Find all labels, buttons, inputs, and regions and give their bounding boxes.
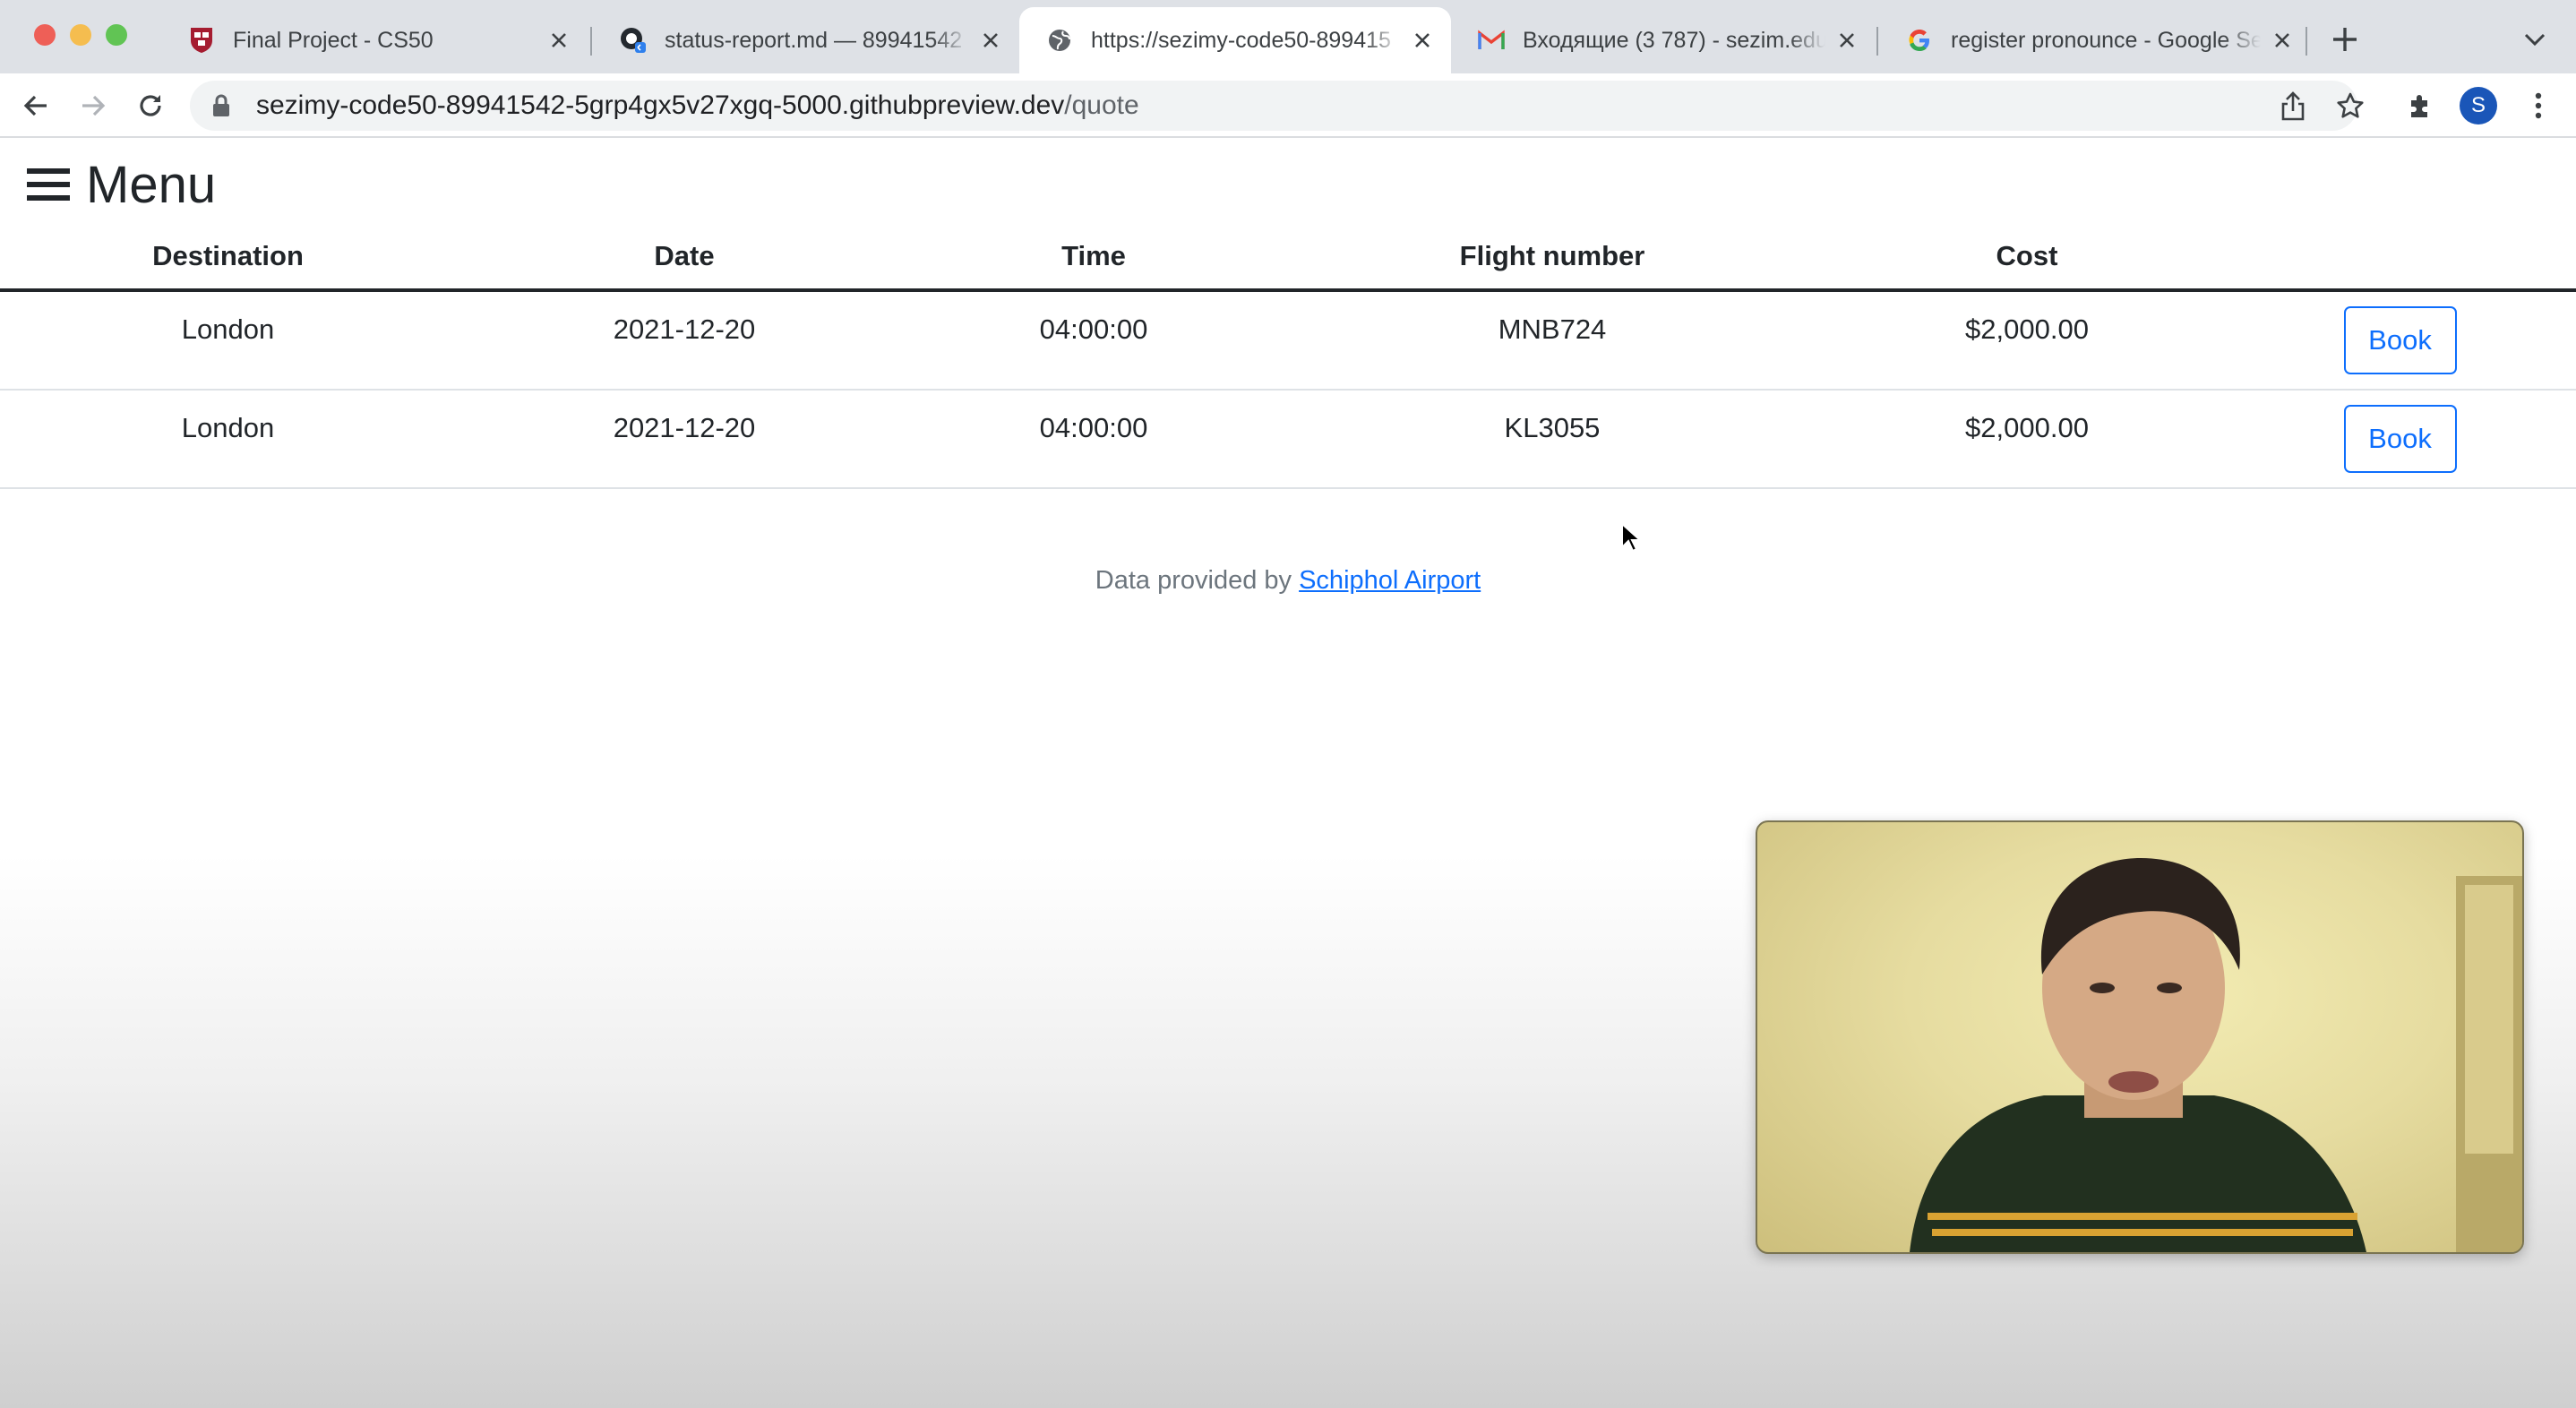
tab-gmail-inbox[interactable]: Входящие (3 787) - sezim.edu <box>1451 7 1876 73</box>
star-icon <box>2337 92 2364 118</box>
page-content: Menu Destination Date Time Flight number… <box>0 138 2576 1408</box>
new-tab-button[interactable] <box>2329 23 2361 56</box>
table-row: London 2021-12-20 04:00:00 KL3055 $2,000… <box>0 390 2576 489</box>
tab-strip: Final Project - CS50 status-report.md — … <box>0 0 2576 73</box>
webcam-overlay <box>1756 820 2524 1254</box>
date-text: 2021-12-20 <box>613 313 756 345</box>
google-icon <box>1906 27 1933 54</box>
close-icon[interactable] <box>2270 28 2295 53</box>
tab-status-report[interactable]: status-report.md — 89941542 <box>593 7 1019 73</box>
cell-time: 04:00:00 <box>913 290 1275 391</box>
tab-label: status-report.md — 89941542 <box>665 27 963 53</box>
close-icon[interactable] <box>1834 28 1859 53</box>
tab-divider <box>590 27 592 56</box>
share-button[interactable] <box>2275 88 2311 124</box>
back-button[interactable] <box>18 88 54 124</box>
webcam-person-image <box>1910 858 2522 1252</box>
tab-divider <box>2306 27 2307 56</box>
cell-flight-number: MNB724 <box>1275 290 1830 391</box>
gmail-icon <box>1478 27 1505 54</box>
arrow-left-icon <box>23 95 47 116</box>
tab-search-button[interactable] <box>2522 29 2547 50</box>
cell-destination: London <box>0 290 456 391</box>
browser-menu-button[interactable] <box>2520 88 2556 124</box>
cell-time: 04:00:00 <box>913 390 1275 489</box>
schiphol-airport-link[interactable]: Schiphol Airport <box>1299 566 1481 595</box>
window-maximize-button[interactable] <box>106 24 127 46</box>
cell-cost: $2,000.00 <box>1830 390 2224 489</box>
share-icon <box>2281 91 2305 121</box>
cell-action: Book <box>2224 390 2576 489</box>
globe-icon <box>1046 27 1073 54</box>
harvard-shield-icon <box>188 27 215 54</box>
table-row: London 2021-12-20 04:00:00 MNB724 $2,000… <box>0 290 2576 391</box>
attribution-text: Data provided by <box>1095 566 1300 595</box>
cell-date: 2021-12-20 <box>456 390 913 489</box>
tab-divider <box>1876 27 1878 56</box>
time-text: 04:00:00 <box>1039 313 1148 345</box>
close-icon[interactable] <box>1410 28 1435 53</box>
address-bar[interactable]: sezimy-code50-89941542-5grp4gx5v27xgq-50… <box>190 81 2364 131</box>
column-header-action <box>2224 224 2576 292</box>
cell-flight-number: KL3055 <box>1275 390 1830 489</box>
kebab-menu-icon <box>2535 92 2542 119</box>
destination-text: London <box>181 313 275 345</box>
close-icon[interactable] <box>978 28 1003 53</box>
tab-label: https://sezimy-code50-899415 <box>1091 27 1391 53</box>
profile-initial: S <box>2470 93 2486 117</box>
browser-toolbar: sezimy-code50-89941542-5grp4gx5v27xgq-50… <box>0 73 2576 138</box>
flight-number-text: MNB724 <box>1498 313 1607 345</box>
window-close-button[interactable] <box>34 24 56 46</box>
reload-icon <box>140 95 161 116</box>
column-header-cost: Cost <box>1830 224 2224 292</box>
cost-text: $2,000.00 <box>1965 412 2089 443</box>
hamburger-icon <box>27 168 70 201</box>
data-attribution: Data provided by Schiphol Airport <box>0 566 2576 596</box>
tab-preview-active[interactable]: https://sezimy-code50-899415 <box>1019 7 1451 73</box>
reload-button[interactable] <box>133 88 168 124</box>
column-header-destination: Destination <box>0 224 456 292</box>
arrow-right-icon <box>82 95 106 116</box>
mouse-cursor-icon <box>1621 522 1640 553</box>
url-host: sezimy-code50-89941542-5grp4gx5v27xgq-50… <box>256 90 1065 120</box>
column-header-date: Date <box>456 224 913 292</box>
chevron-down-icon <box>2524 33 2546 47</box>
column-header-flight-number: Flight number <box>1275 224 1830 292</box>
book-button[interactable]: Book <box>2343 405 2457 473</box>
browser-chrome: Final Project - CS50 status-report.md — … <box>0 0 2576 138</box>
plus-icon <box>2333 28 2357 51</box>
url-path: /quote <box>1064 90 1139 120</box>
destination-text: London <box>181 412 275 443</box>
close-icon[interactable] <box>546 28 571 53</box>
menu-label: Menu <box>86 155 217 214</box>
puzzle-icon <box>2411 95 2427 117</box>
time-text: 04:00:00 <box>1039 412 1148 443</box>
forward-button[interactable] <box>75 88 111 124</box>
book-button[interactable]: Book <box>2343 306 2457 374</box>
cost-text: $2,000.00 <box>1965 313 2089 345</box>
tab-google-search[interactable]: register pronounce - Google Se <box>1879 7 2311 73</box>
profile-avatar[interactable]: S <box>2460 87 2497 124</box>
cell-action: Book <box>2224 290 2576 391</box>
table-header-row: Destination Date Time Flight number Cost <box>0 224 2576 292</box>
tab-label: Final Project - CS50 <box>233 27 434 53</box>
github-codespaces-icon <box>620 27 647 54</box>
menu-button[interactable]: Menu <box>27 155 217 214</box>
cell-cost: $2,000.00 <box>1830 290 2224 391</box>
tab-label: Входящие (3 787) - sezim.edu <box>1523 27 1825 53</box>
tab-label: register pronounce - Google Se <box>1951 27 2261 53</box>
column-header-time: Time <box>913 224 1275 292</box>
window-minimize-button[interactable] <box>70 24 91 46</box>
date-text: 2021-12-20 <box>613 412 756 443</box>
extensions-button[interactable] <box>2402 88 2438 124</box>
lock-icon <box>213 94 229 116</box>
flight-number-text: KL3055 <box>1504 412 1601 443</box>
url-text: sezimy-code50-89941542-5grp4gx5v27xgq-50… <box>256 90 1139 121</box>
cell-destination: London <box>0 390 456 489</box>
tab-final-project[interactable]: Final Project - CS50 <box>161 7 588 73</box>
flights-table: Destination Date Time Flight number Cost… <box>0 224 2576 489</box>
cell-date: 2021-12-20 <box>456 290 913 391</box>
bookmark-button[interactable] <box>2332 88 2368 124</box>
